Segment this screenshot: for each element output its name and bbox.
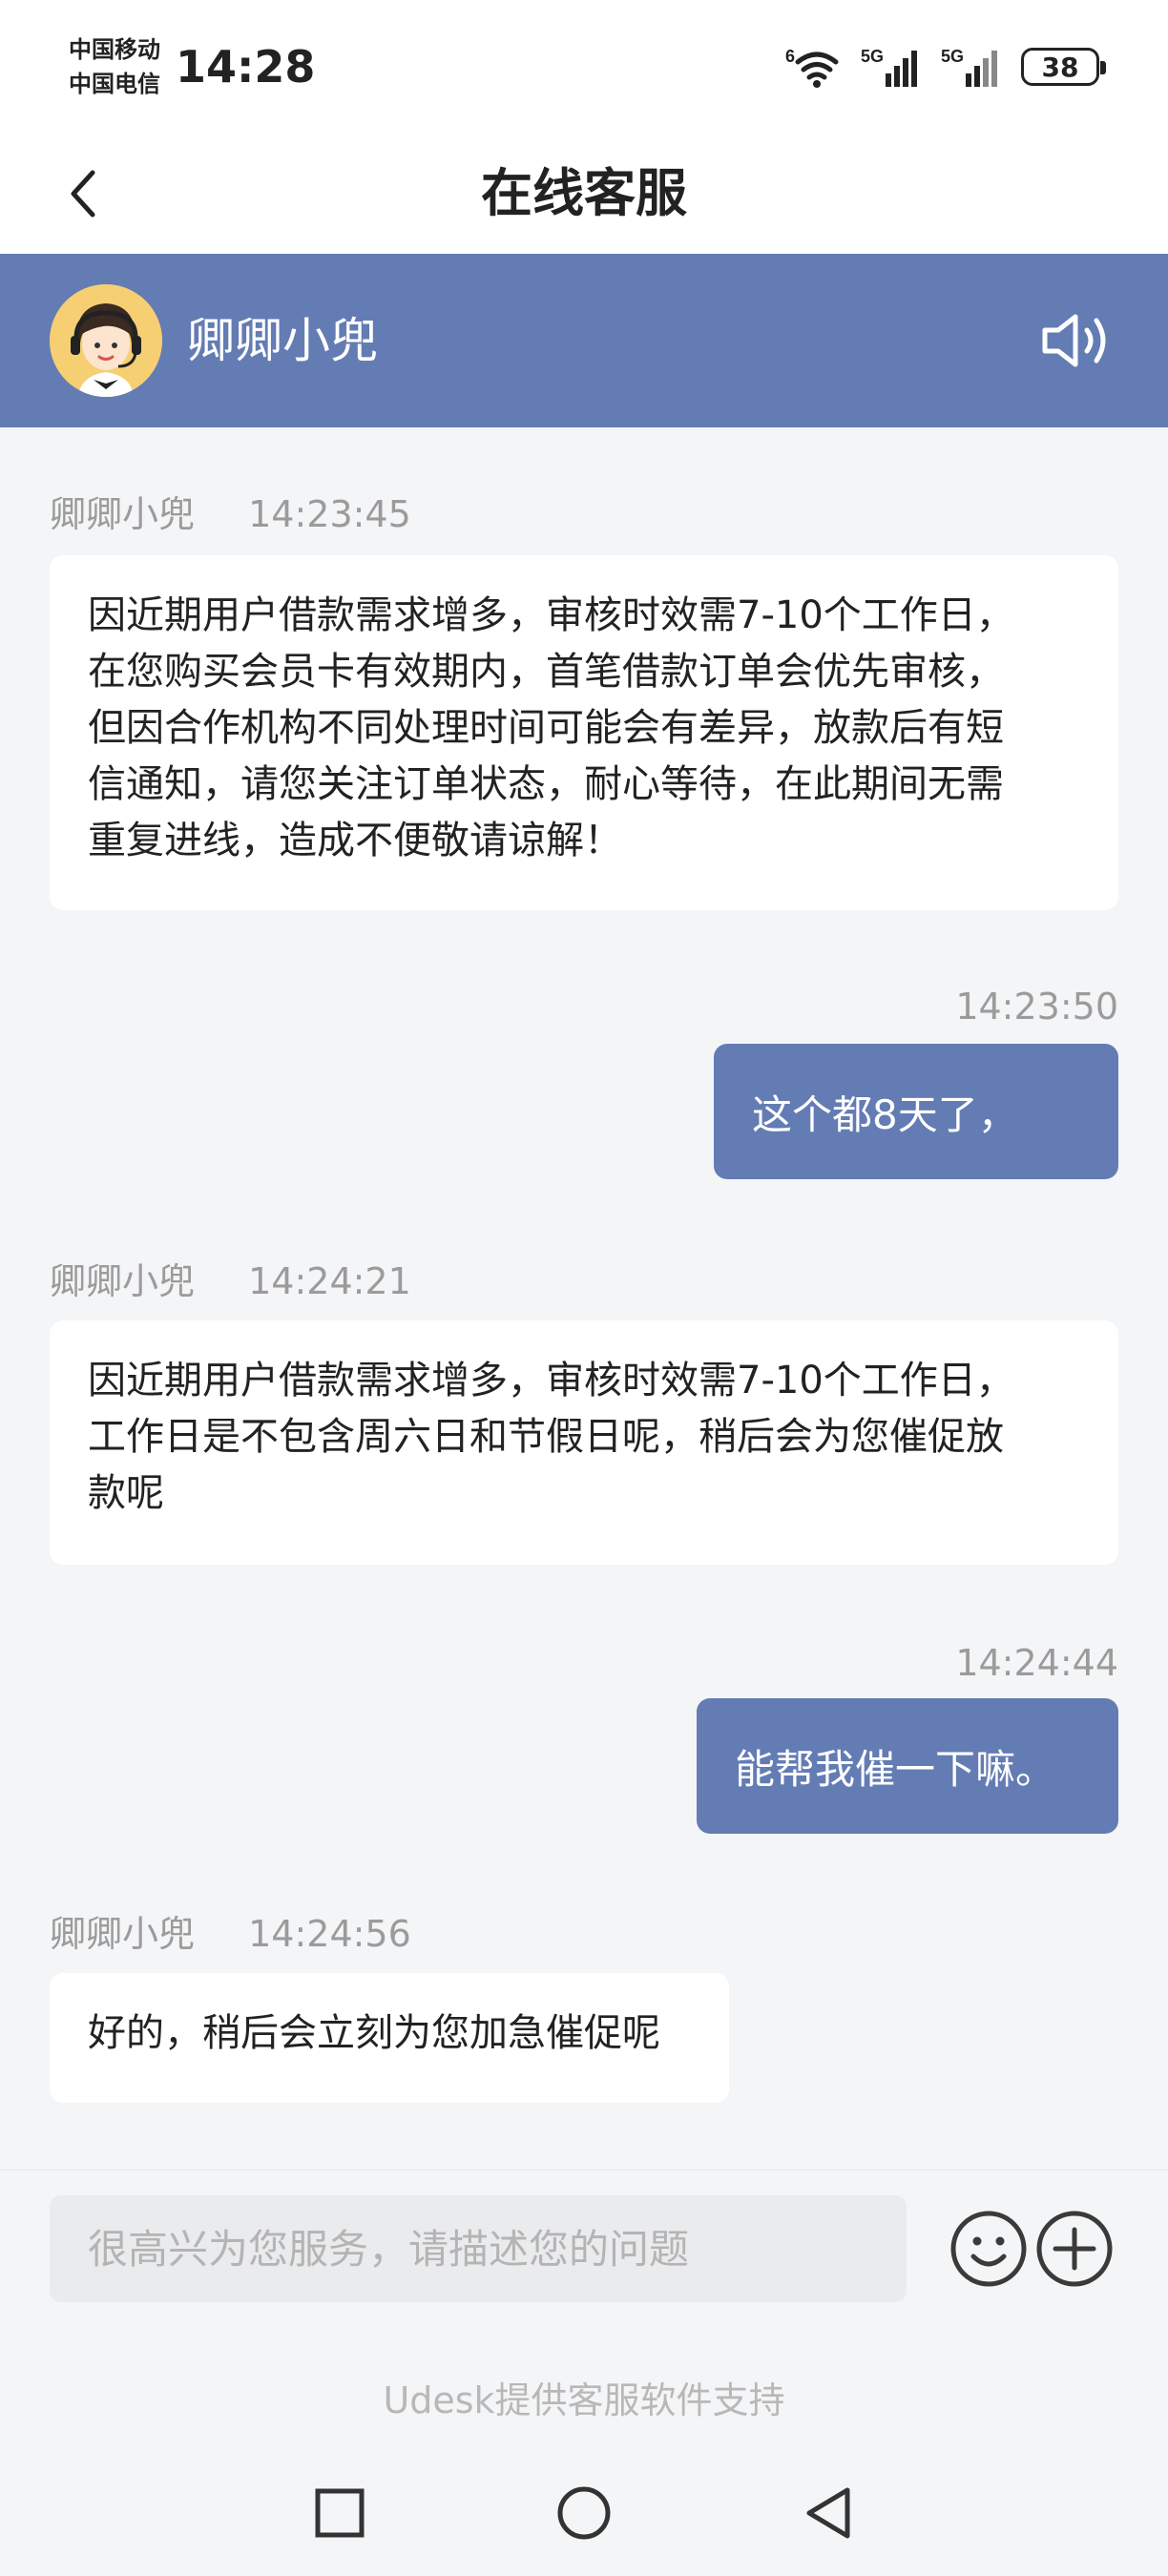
recent-apps-button[interactable] [303,2477,376,2549]
chat-area[interactable]: 卿卿小兜 14:23:45 因近期用户借款需求增多，审核时效需7-10个工作日，… [0,427,1168,2170]
carrier-1: 中国移动 [69,36,160,63]
message-time: 14:24:44 [955,1642,1118,1684]
signal-1-label: 5G [861,47,884,66]
speaker-icon [1042,314,1106,367]
message-line: 工作日是不包含周六日和节假日呢，稍后会为您催促放 [88,1415,1004,1459]
powered-by-text: Udesk提供客服软件支持 [383,2379,785,2421]
status-time: 14:28 [176,41,316,93]
wifi-badge: 6 [785,47,795,66]
message-text: 这个都8天了， [752,1091,1018,1138]
message-input[interactable] [50,2195,907,2302]
system-nav-bar [0,2448,1168,2576]
message-sender: 卿卿小兜 [50,493,196,535]
agent-avatar-icon [50,284,162,397]
smiley-icon [950,2211,1027,2287]
status-icons: 6 5G 5G 38 [784,42,1106,92]
plus-circle-icon [1036,2211,1113,2287]
speaker-button[interactable] [1036,301,1118,380]
outgoing-message-bubble: 能帮我催一下嘛。 [697,1698,1118,1834]
agent-avatar [50,284,162,397]
message-line: 信通知，请您关注订单状态，耐心等待，在此期间无需 [88,762,1004,806]
message-sender: 卿卿小兜 [50,1260,196,1302]
message-meta: 卿卿小兜 14:24:21 [50,1257,411,1305]
message-meta: 卿卿小兜 14:24:56 [50,1910,411,1958]
message-line: 因近期用户借款需求增多，审核时效需7-10个工作日， [88,593,1014,637]
status-bar: 中国移动 中国电信 14:28 6 5G 5G 38 [0,0,1168,134]
message-line: 好的，稍后会立刻为您加急催促呢 [88,2011,660,2055]
square-icon [315,2488,365,2538]
message-time: 14:23:50 [955,986,1118,1028]
signal-2-label: 5G [941,47,964,66]
page-title: 在线客服 [481,163,687,223]
message-time: 14:24:21 [248,1260,411,1302]
chevron-left-icon [71,170,95,218]
message-line: 在您购买会员卡有效期内，首笔借款订单会优先审核， [88,650,1004,694]
triangle-back-icon [806,2487,850,2539]
battery-level: 38 [1041,51,1079,83]
carrier-2: 中国电信 [69,71,160,97]
battery-icon: 38 [1021,48,1106,86]
incoming-message-bubble: 因近期用户借款需求增多，审核时效需7-10个工作日， 工作日是不包含周六日和节假… [50,1320,1118,1565]
home-button[interactable] [548,2477,620,2549]
message-time: 14:23:45 [248,493,411,535]
message-text: 能帮我催一下嘛。 [735,1745,1056,1793]
message-meta: 卿卿小兜 14:23:45 [50,490,411,538]
incoming-message-bubble: 好的，稍后会立刻为您加急催促呢 [50,1973,729,2103]
message-time: 14:24:56 [248,1913,411,1955]
message-line: 因近期用户借款需求增多，审核时效需7-10个工作日， [88,1359,1014,1402]
message-line: 重复进线，造成不便敬请谅解！ [88,819,622,862]
signal-icon-1: 5G [861,47,917,87]
incoming-message-bubble: 因近期用户借款需求增多，审核时效需7-10个工作日， 在您购买会员卡有效期内，首… [50,555,1118,910]
input-area: Udesk提供客服软件支持 [0,2170,1168,2448]
agent-name: 卿卿小兜 [187,313,378,368]
back-button[interactable] [50,158,116,229]
carrier-names: 中国移动 中国电信 [69,32,160,101]
plus-button[interactable] [1034,2209,1115,2289]
circle-icon [557,2486,611,2540]
system-back-button[interactable] [792,2477,865,2549]
message-line: 款呢 [88,1471,164,1515]
wifi-icon: 6 [785,47,839,88]
nav-bar: 在线客服 [0,134,1168,254]
message-line: 但因合作机构不同处理时间可能会有差异，放款后有短 [88,706,1004,750]
message-sender: 卿卿小兜 [50,1913,196,1955]
signal-icon-2: 5G [941,47,997,87]
outgoing-message-bubble: 这个都8天了， [714,1044,1118,1179]
emoji-button[interactable] [949,2209,1029,2289]
agent-header: 卿卿小兜 [0,254,1168,427]
